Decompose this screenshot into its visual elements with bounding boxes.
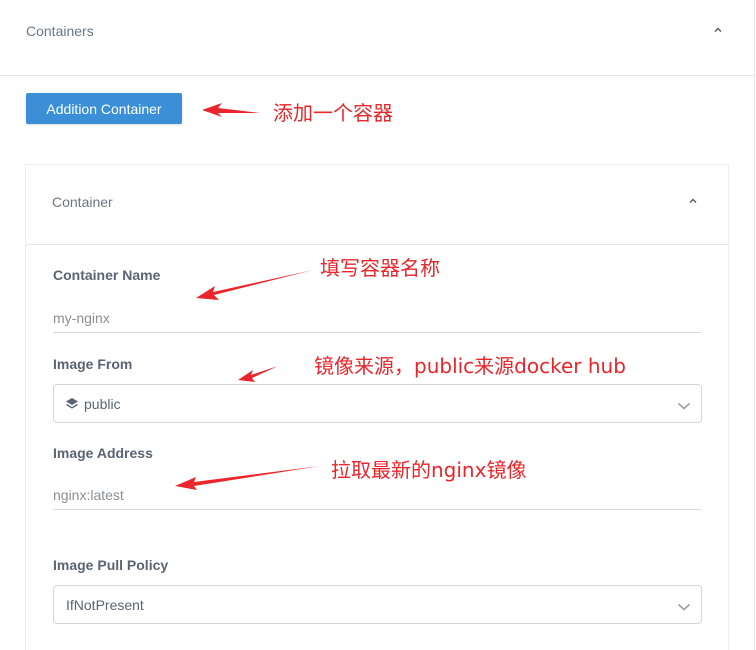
annotation-add: 添加一个容器 [273,101,393,125]
annotation-name: 填写容器名称 [320,256,440,280]
containers-panel-title: Containers [26,23,94,39]
add-container-button[interactable]: Addition Container [26,93,182,124]
image-pull-policy-value: IfNotPresent [66,597,144,613]
image-address-input[interactable] [53,480,701,510]
containers-panel-header[interactable]: Containers [0,0,755,76]
chevron-down-icon [677,398,691,416]
image-pull-policy-label: Image Pull Policy [53,557,169,573]
annotation-address: 拉取最新的nginx镜像 [331,458,527,482]
annotation-arrow [202,103,260,117]
container-card-title: Container [52,194,113,210]
annotation-from: 镜像来源，public来源docker hub [314,354,626,378]
layers-icon [65,397,79,416]
annotation-arrow [175,466,320,490]
annotation-arrow [238,366,278,382]
image-address-label: Image Address [53,445,153,461]
image-from-label: Image From [53,356,133,372]
image-from-value: public [84,396,121,412]
container-name-input[interactable] [53,303,701,333]
image-pull-policy-select[interactable]: IfNotPresent [53,585,702,624]
chevron-up-icon[interactable] [688,196,698,206]
container-card-header[interactable]: Container [26,165,728,245]
annotation-arrow [196,270,313,300]
chevron-down-icon [677,599,691,617]
image-from-select[interactable]: public [53,384,702,423]
container-name-label: Container Name [53,267,161,283]
chevron-up-icon[interactable] [713,25,723,35]
